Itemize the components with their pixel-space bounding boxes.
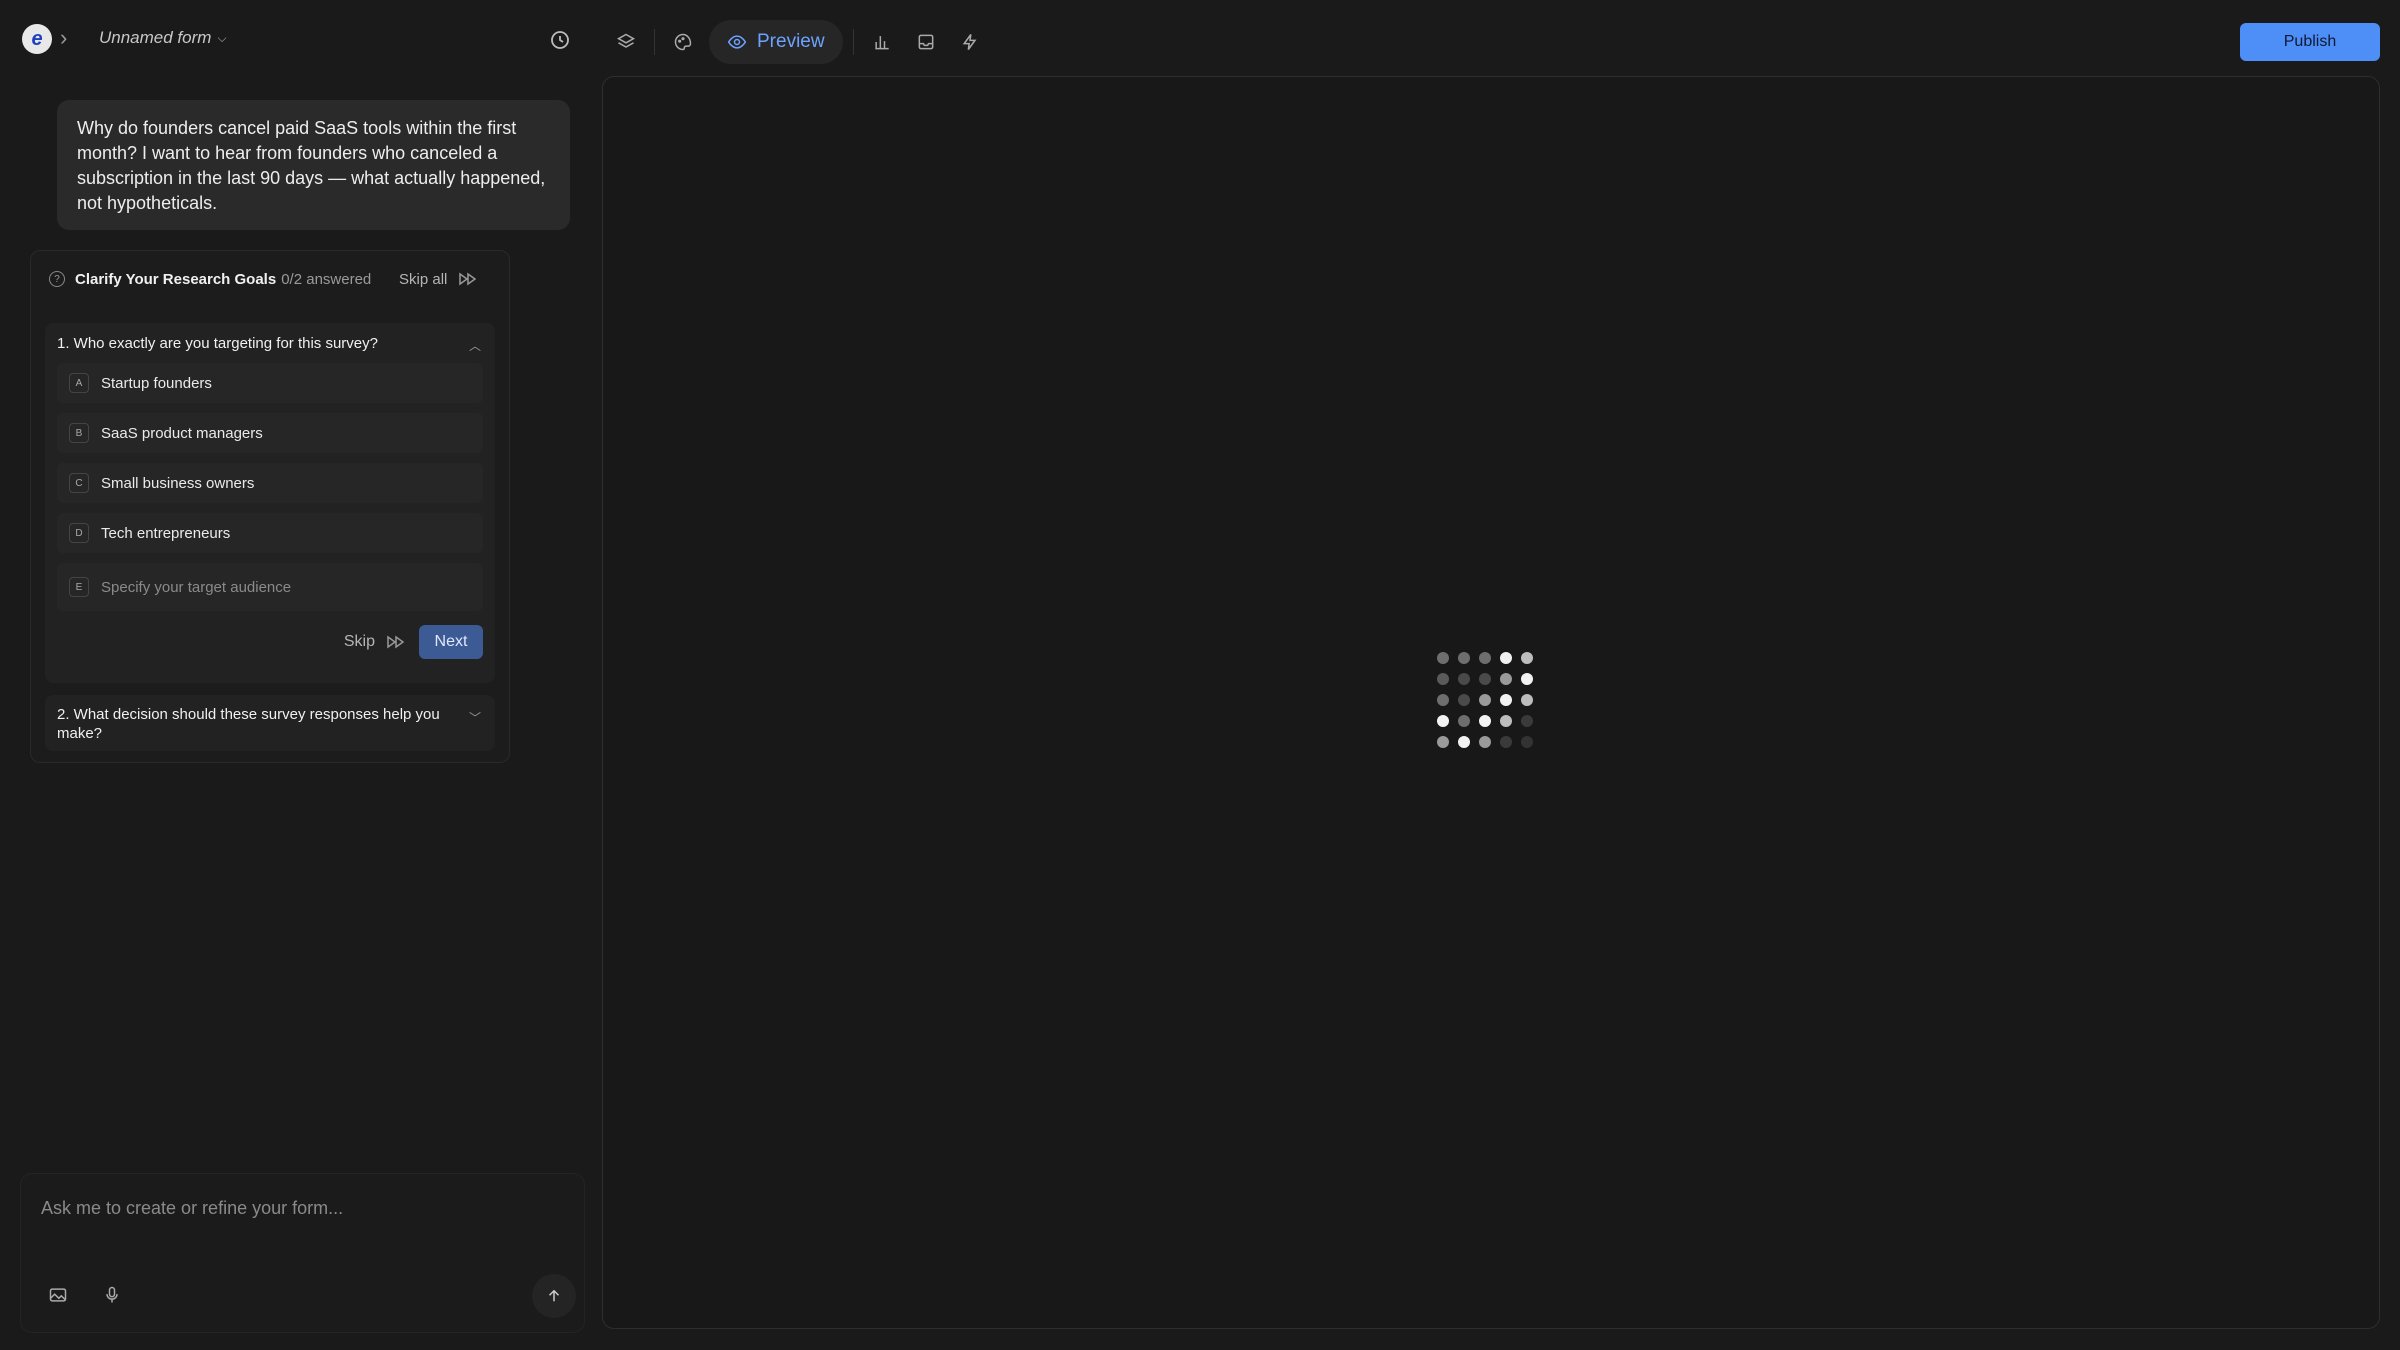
- option-b[interactable]: B SaaS product managers: [57, 413, 483, 453]
- lightning-icon[interactable]: [948, 20, 992, 64]
- option-label: SaaS product managers: [101, 424, 263, 442]
- loading-dot: [1521, 673, 1533, 685]
- loading-dot: [1521, 652, 1533, 664]
- history-icon[interactable]: [548, 28, 572, 52]
- toolbar-divider: [852, 29, 854, 55]
- loading-dot: [1479, 673, 1491, 685]
- loading-dot: [1437, 694, 1449, 706]
- breadcrumb-chevron-icon: ›: [60, 25, 68, 50]
- app-logo[interactable]: e: [22, 24, 52, 54]
- loading-dot: [1500, 736, 1512, 748]
- loading-dot: [1437, 715, 1449, 727]
- option-key: C: [69, 473, 89, 493]
- user-prompt-bubble: Why do founders cancel paid SaaS tools w…: [57, 100, 570, 230]
- loading-dot: [1437, 673, 1449, 685]
- question-1: 1. Who exactly are you targeting for thi…: [45, 323, 495, 683]
- question-1-title[interactable]: 1. Who exactly are you targeting for thi…: [57, 335, 378, 352]
- option-key: D: [69, 523, 89, 543]
- clarify-research-goals-card: ? Clarify Your Research Goals 0/2 answer…: [30, 250, 510, 763]
- option-c[interactable]: C Small business owners: [57, 463, 483, 503]
- clarify-header: ? Clarify Your Research Goals 0/2 answer…: [49, 267, 499, 291]
- loading-dot: [1458, 694, 1470, 706]
- image-upload-icon[interactable]: [45, 1282, 71, 1308]
- form-name: Unnamed form: [99, 28, 212, 47]
- chevron-up-icon[interactable]: ︿: [469, 337, 481, 354]
- loading-dot: [1521, 694, 1533, 706]
- loading-dot: [1500, 715, 1512, 727]
- custom-audience-placeholder: Specify your target audience: [101, 578, 292, 596]
- option-d[interactable]: D Tech entrepreneurs: [57, 513, 483, 553]
- loading-dot: [1479, 715, 1491, 727]
- bar-chart-icon[interactable]: [860, 20, 904, 64]
- answered-count: 0/2 answered: [281, 270, 372, 288]
- skip-label: Skip: [343, 633, 375, 650]
- chat-input-placeholder: Ask me to create or refine your form...: [41, 1198, 344, 1218]
- loading-dot: [1500, 673, 1512, 685]
- option-key: E: [69, 577, 89, 597]
- loading-dot: [1500, 652, 1512, 664]
- skip-all-button[interactable]: Skip all: [399, 271, 477, 288]
- option-label: Small business owners: [101, 474, 255, 492]
- loading-dot: [1500, 694, 1512, 706]
- top-bar: e › Unnamed form ⌵ Preview Publish: [0, 0, 2400, 80]
- option-label: Tech entrepreneurs: [101, 524, 231, 542]
- question-2[interactable]: 2. What decision should these survey res…: [45, 695, 495, 751]
- layers-icon[interactable]: [604, 20, 648, 64]
- loading-dot: [1521, 736, 1533, 748]
- toolbar-divider: [654, 29, 655, 55]
- loading-dot: [1437, 652, 1449, 664]
- send-button[interactable]: [532, 1274, 576, 1318]
- loading-dot: [1437, 736, 1449, 748]
- chevron-down-icon: ⌵: [217, 30, 227, 45]
- option-a[interactable]: A Startup founders: [57, 363, 483, 403]
- loading-dot: [1479, 736, 1491, 748]
- clarify-title: Clarify Your Research Goals: [75, 270, 277, 288]
- fast-forward-icon: [387, 635, 405, 649]
- loading-dot: [1458, 736, 1470, 748]
- loading-spinner: [1437, 652, 1541, 756]
- help-icon: ?: [49, 271, 65, 287]
- palette-icon[interactable]: [661, 20, 705, 64]
- question-1-actions: Skip Next: [344, 625, 483, 659]
- loading-dot: [1458, 673, 1470, 685]
- eye-icon: [727, 35, 747, 49]
- loading-dot: [1458, 652, 1470, 664]
- inbox-icon[interactable]: [904, 20, 948, 64]
- loading-dot: [1479, 652, 1491, 664]
- next-button[interactable]: Next: [419, 625, 483, 659]
- option-key: B: [69, 423, 89, 443]
- fast-forward-icon: [459, 272, 477, 286]
- skip-all-label: Skip all: [399, 270, 448, 288]
- preview-tab[interactable]: Preview: [709, 20, 843, 64]
- skip-button[interactable]: Skip: [344, 633, 405, 651]
- option-key: A: [69, 373, 89, 393]
- form-name-dropdown[interactable]: Unnamed form ⌵: [99, 28, 227, 48]
- preview-label: Preview: [757, 31, 825, 52]
- loading-dot: [1458, 715, 1470, 727]
- chevron-down-icon[interactable]: ﹀: [469, 709, 481, 726]
- arrow-up-icon: [548, 1289, 560, 1302]
- chat-input-box[interactable]: Ask me to create or refine your form...: [20, 1173, 585, 1333]
- question-2-title: 2. What decision should these survey res…: [57, 706, 440, 742]
- loading-dot: [1479, 694, 1491, 706]
- loading-dot: [1521, 715, 1533, 727]
- microphone-icon[interactable]: [99, 1282, 125, 1308]
- publish-button[interactable]: Publish: [2240, 23, 2380, 61]
- toolbar: Preview: [604, 20, 992, 64]
- custom-audience-input[interactable]: E Specify your target audience: [57, 563, 483, 611]
- option-label: Startup founders: [101, 374, 212, 392]
